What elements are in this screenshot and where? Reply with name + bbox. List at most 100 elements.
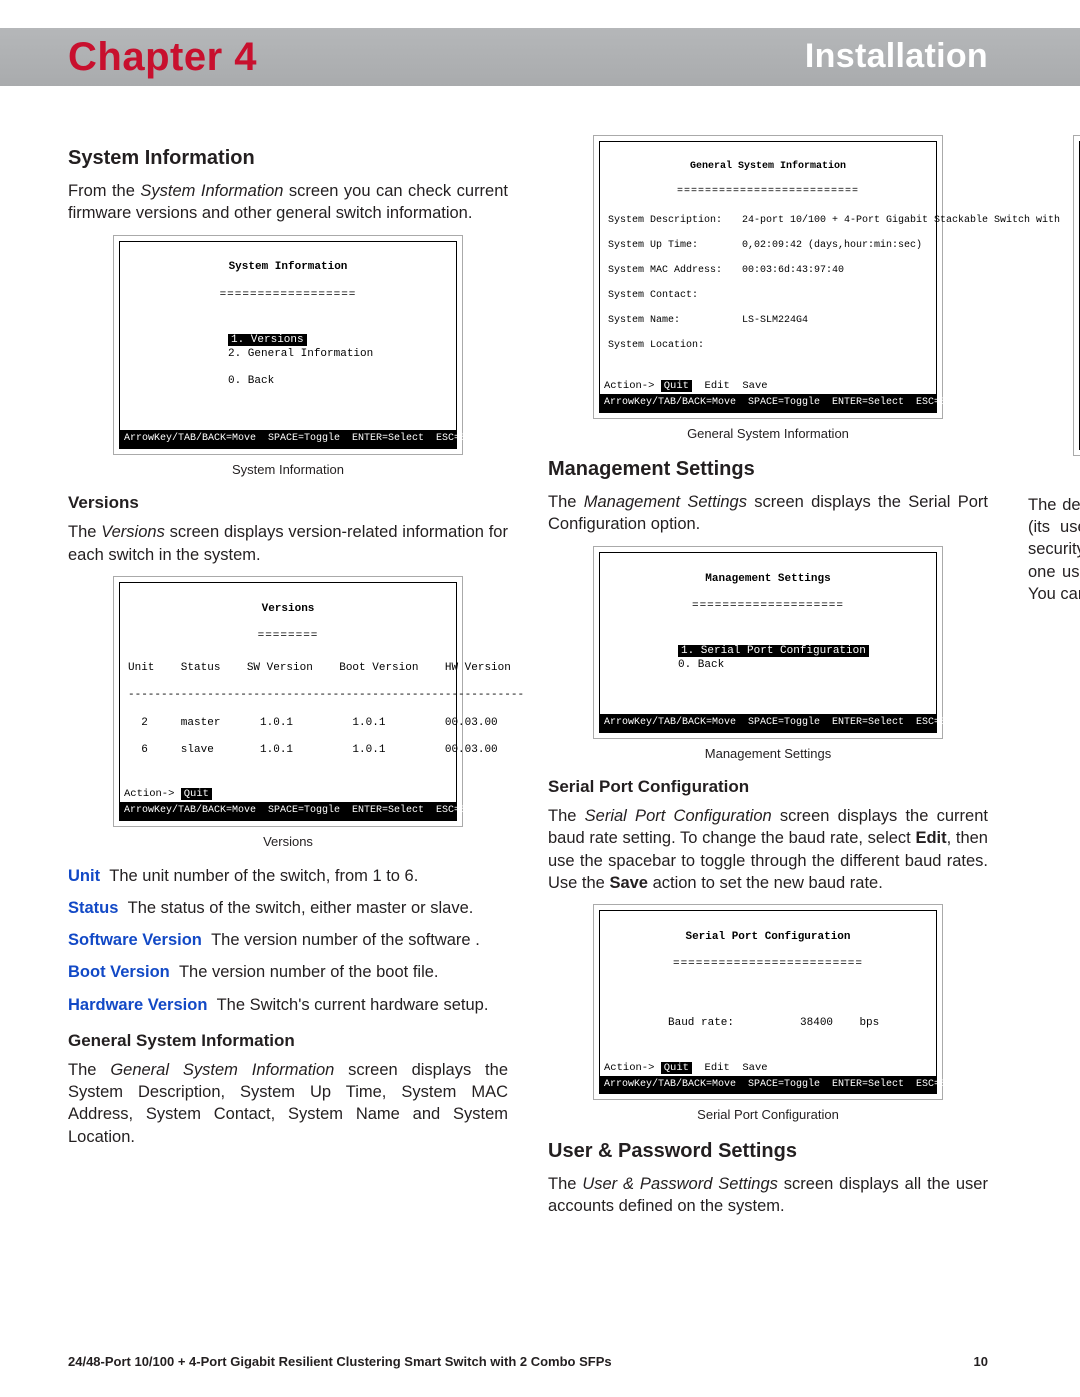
lbl: System Contact:: [608, 290, 718, 303]
screen-underline: ==================: [128, 289, 448, 303]
para-system-information: From the System Information screen you c…: [68, 180, 508, 225]
action-label: Action->: [124, 788, 174, 800]
screen-underline: ==========================: [608, 186, 928, 199]
menu-item-general-info: 2. General Information: [228, 348, 448, 362]
terminal-screen: Management Settings ====================…: [600, 553, 936, 714]
def-software-version: The version number of the software .: [211, 931, 480, 949]
caption-userpw: User & Password Settings: [1028, 462, 1080, 480]
term-hardware-version: Hardware Version: [68, 996, 207, 1014]
chapter-title: Installation: [805, 34, 988, 80]
terminal-frame: System Information ================== 1.…: [119, 241, 457, 449]
italic-term: General System Information: [110, 1061, 334, 1079]
lbl: System Up Time:: [608, 240, 718, 253]
status-bar: ArrowKey/TAB/BACK=Move SPACE=Toggle ENTE…: [120, 430, 456, 448]
action-label: Action->: [604, 380, 654, 392]
action-rest: Edit Save: [692, 1062, 768, 1074]
figure-userpw: Username & Password Settings ===========…: [1073, 135, 1080, 456]
status-bar: ArrowKey/TAB/BACK=Move SPACE=Toggle ENTE…: [120, 802, 456, 820]
bold-save: Save: [609, 874, 648, 892]
baud-value: 38400: [800, 1017, 833, 1029]
figure-versions: Versions ======== Unit Status SW Version…: [113, 576, 463, 827]
text: The: [68, 1061, 110, 1079]
terminal-frame: Management Settings ====================…: [599, 552, 937, 733]
figure-system-information: System Information ================== 1.…: [113, 235, 463, 455]
menu-item-serial-port: 1. Serial Port Configuration: [678, 645, 869, 657]
screen-title: Serial Port Configuration: [608, 931, 928, 945]
screen-underline: ====================: [608, 600, 928, 614]
content: System Information From the System Infor…: [68, 135, 988, 1327]
para-versions: The Versions screen displays version-rel…: [68, 521, 508, 566]
status-bar: ArrowKey/TAB/BACK=Move SPACE=Toggle ENTE…: [600, 394, 936, 412]
menu-item-back: 0. Back: [228, 375, 448, 389]
caption-serial: Serial Port Configuration: [548, 1106, 988, 1124]
action-bar: Action-> Quit: [120, 785, 456, 802]
para-userpw: The User & Password Settings screen disp…: [548, 1173, 988, 1218]
heading-user-password: User & Password Settings: [548, 1138, 988, 1165]
def-hardware-version: The Switch's current hardware setup.: [217, 996, 489, 1014]
action-label: Action->: [604, 1062, 654, 1074]
text: The: [548, 1175, 582, 1193]
action-quit: Quit: [661, 1062, 692, 1074]
italic-term: Management Settings: [584, 493, 747, 511]
screen-title: General System Information: [608, 161, 928, 174]
action-bar: Action-> Quit Edit Save: [600, 377, 936, 394]
def-status: The status of the switch, either master …: [128, 899, 474, 917]
page-number: 10: [974, 1353, 988, 1371]
definitions: Unit The unit number of the switch, from…: [68, 865, 508, 1016]
heading-versions: Versions: [68, 492, 508, 515]
def-boot-version: The version number of the boot file.: [179, 963, 439, 981]
menu-item-back: 0. Back: [678, 659, 928, 673]
lbl: System Name:: [608, 315, 718, 328]
para-serial: The Serial Port Configuration screen dis…: [548, 805, 988, 894]
action-bar: Action-> Quit Edit Save: [600, 1059, 936, 1076]
table-sep: ----------------------------------------…: [128, 689, 448, 703]
term-boot-version: Boot Version: [68, 963, 170, 981]
action-quit: Quit: [661, 380, 692, 392]
screen-title: Management Settings: [608, 573, 928, 587]
heading-management-settings: Management Settings: [548, 456, 988, 483]
terminal-screen: Versions ======== Unit Status SW Version…: [120, 583, 456, 786]
menu-item-versions: 1. Versions: [228, 334, 307, 346]
val: 0,02:09:42 (days,hour:min:sec): [742, 240, 922, 253]
para-mgmt: The Management Settings screen displays …: [548, 491, 988, 536]
text: action to set the new baud rate.: [648, 874, 883, 892]
terminal-frame: General System Information =============…: [599, 141, 937, 413]
para-userpw-note: The default account is admin. You cannot…: [1028, 494, 1080, 605]
text: The: [548, 807, 585, 825]
figure-serial: Serial Port Configuration ==============…: [593, 904, 943, 1100]
val: 00:03:6d:43:97:40: [742, 265, 844, 278]
val: LS-SLM224G4: [742, 315, 808, 328]
caption-mgmt: Management Settings: [548, 745, 988, 763]
heading-system-information: System Information: [68, 145, 508, 172]
screen-title: Versions: [128, 603, 448, 617]
action-quit: Quit: [181, 788, 212, 800]
text: The: [68, 523, 101, 541]
baud-unit: bps: [859, 1017, 879, 1029]
italic-term: Serial Port Configuration: [585, 807, 772, 825]
chapter-label: Chapter 4: [68, 30, 257, 84]
italic-term: Versions: [101, 523, 165, 541]
table-row: 2 master 1.0.1 1.0.1 00.03.00: [128, 717, 448, 731]
term-software-version: Software Version: [68, 931, 202, 949]
terminal-screen: Serial Port Configuration ==============…: [600, 911, 936, 1059]
terminal-screen: General System Information =============…: [600, 142, 936, 377]
baud-label: Baud rate:: [668, 1017, 734, 1029]
para-gsi: The General System Information screen di…: [68, 1059, 508, 1148]
terminal-frame: Versions ======== Unit Status SW Version…: [119, 582, 457, 821]
terminal-frame: Serial Port Configuration ==============…: [599, 910, 937, 1094]
status-bar: ArrowKey/TAB/BACK=Move SPACE=Toggle ENTE…: [600, 1076, 936, 1094]
text: The default account is: [1028, 496, 1080, 514]
text: From the: [68, 182, 140, 200]
caption-gsi: General System Information: [548, 425, 988, 443]
def-unit: The unit number of the switch, from 1 to…: [109, 867, 418, 885]
table-header: Unit Status SW Version Boot Version HW V…: [128, 662, 448, 676]
val: 24-port 10/100 + 4-Port Gigabit Stackabl…: [742, 215, 1060, 228]
lbl: System Location:: [608, 340, 718, 353]
figure-gsi: General System Information =============…: [593, 135, 943, 419]
caption-versions: Versions: [68, 833, 508, 851]
status-bar: ArrowKey/TAB/BACK=Move SPACE=Toggle ENTE…: [600, 714, 936, 732]
term-unit: Unit: [68, 867, 100, 885]
bold-edit: Edit: [915, 829, 946, 847]
lbl: System Description:: [608, 215, 718, 228]
page-footer: 24/48-Port 10/100 + 4-Port Gigabit Resil…: [68, 1353, 988, 1371]
